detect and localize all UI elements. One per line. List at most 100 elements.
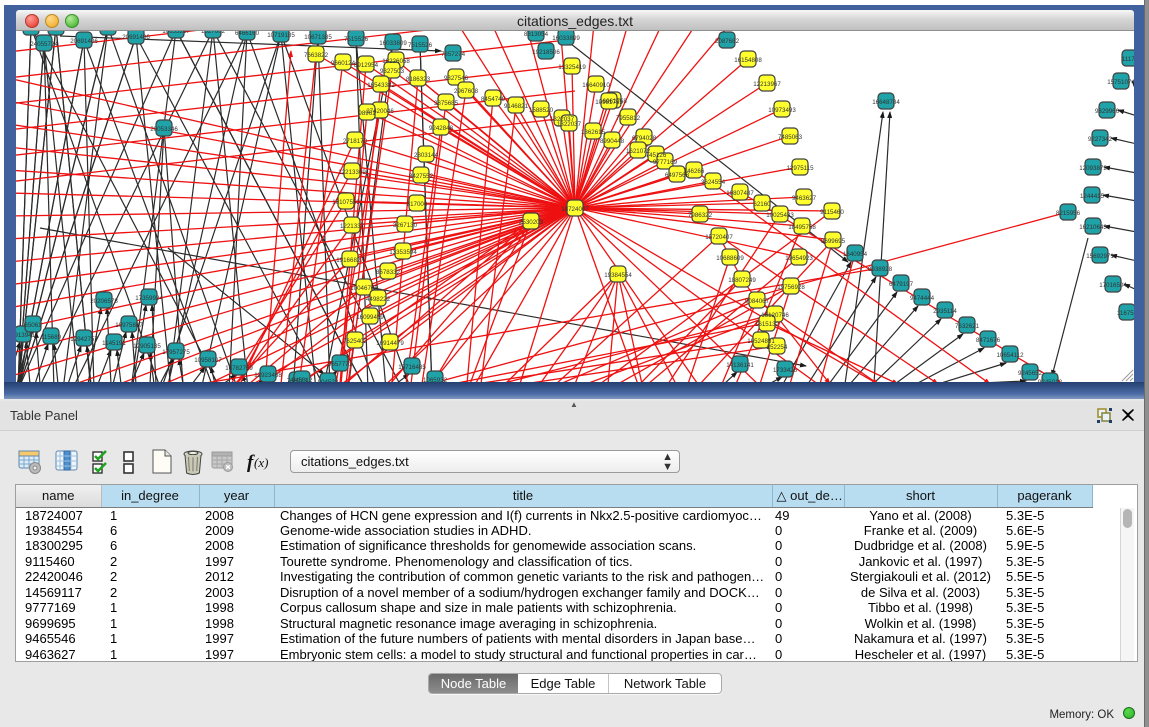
svg-text:18724007: 18724007 (561, 206, 589, 213)
svg-text:19384554: 19384554 (604, 272, 632, 279)
svg-text:7485063: 7485063 (778, 134, 803, 141)
svg-text:8471676: 8471676 (976, 337, 1001, 344)
svg-text:1527602: 1527602 (201, 31, 226, 35)
svg-text:10653267: 10653267 (162, 31, 190, 35)
svg-text:9227342: 9227342 (1088, 136, 1113, 143)
svg-text:19654923: 19654923 (785, 255, 813, 262)
svg-text:8186323: 8186323 (406, 76, 431, 83)
svg-text:9474444: 9474444 (910, 295, 935, 302)
svg-text:13353594: 13353594 (389, 249, 417, 256)
svg-text:1322037: 1322037 (557, 121, 582, 128)
svg-text:7663822: 7663822 (304, 52, 329, 59)
svg-text:3267130: 3267130 (393, 222, 418, 229)
svg-text:15720407: 15720407 (705, 234, 733, 241)
svg-text:7632621: 7632621 (955, 323, 980, 330)
svg-text:10961755: 10961755 (595, 99, 623, 106)
svg-text:12905135: 12905135 (133, 343, 161, 350)
svg-text:9777169: 9777169 (653, 159, 678, 166)
svg-text:17359924: 17359924 (135, 295, 163, 302)
svg-text:3913941: 3913941 (16, 332, 36, 339)
svg-text:20691406: 20691406 (122, 34, 150, 41)
svg-text:2530203: 2530203 (519, 219, 544, 226)
svg-text:9657771: 9657771 (328, 361, 353, 368)
svg-text:1065326: 1065326 (96, 31, 121, 32)
svg-text:10975887: 10975887 (115, 322, 143, 329)
svg-text:8678332: 8678332 (376, 269, 401, 276)
svg-text:16210643: 16210643 (1079, 224, 1107, 231)
svg-text:1588520: 1588520 (529, 107, 554, 114)
svg-text:817006: 817006 (407, 201, 428, 208)
svg-text:6794028: 6794028 (632, 135, 657, 142)
svg-text:8813054: 8813054 (524, 31, 549, 38)
svg-text:3624554: 3624554 (701, 179, 726, 186)
svg-text:2087682: 2087682 (715, 38, 740, 45)
svg-text:10046765: 10046765 (350, 285, 378, 292)
svg-text:10671385: 10671385 (304, 34, 332, 41)
svg-text:1640954: 1640954 (843, 251, 868, 258)
svg-text:17016504: 17016504 (1099, 282, 1127, 289)
svg-text:1145191: 1145191 (102, 340, 126, 347)
svg-text:18807249: 18807249 (728, 277, 756, 284)
svg-text:9699695: 9699695 (821, 238, 846, 245)
svg-text:17957275: 17957275 (162, 349, 190, 356)
svg-text:3875685: 3875685 (434, 100, 459, 107)
svg-text:9329966: 9329966 (1095, 108, 1120, 115)
svg-text:405572: 405572 (21, 31, 42, 32)
svg-text:12093872: 12093872 (1079, 165, 1107, 172)
svg-text:7625402: 7625402 (343, 338, 368, 345)
svg-text:19756928: 19756928 (777, 284, 805, 291)
svg-text:12975115: 12975115 (786, 165, 814, 172)
svg-text:9146821: 9146821 (504, 103, 529, 110)
svg-text:2718170: 2718170 (343, 138, 368, 145)
svg-text:9115460: 9115460 (820, 209, 844, 216)
svg-text:9242848: 9242848 (429, 125, 454, 132)
svg-text:16033809: 16033809 (552, 35, 580, 42)
svg-text:15716485: 15716485 (398, 364, 426, 371)
svg-text:20053346: 20053346 (150, 126, 178, 133)
svg-text:9245652: 9245652 (1018, 370, 1043, 377)
svg-text:10807487: 10807487 (726, 190, 754, 197)
svg-text:10719185: 10719185 (267, 32, 295, 39)
svg-text:12213967: 12213967 (753, 81, 781, 88)
svg-text:945012: 945012 (292, 377, 313, 382)
svg-text:19218506: 19218506 (532, 49, 560, 56)
svg-text:6479197: 6479197 (889, 281, 914, 288)
svg-text:12213369: 12213369 (338, 169, 366, 176)
svg-text:8912954: 8912954 (354, 62, 379, 69)
svg-text:9084067: 9084067 (745, 298, 770, 305)
svg-text:65061: 65061 (24, 322, 42, 329)
svg-text:10973493: 10973493 (768, 107, 796, 114)
svg-text:8454749: 8454749 (481, 96, 506, 103)
svg-text:15692971: 15692971 (1086, 253, 1114, 260)
svg-text:1221337: 1221337 (340, 223, 365, 230)
svg-text:8427552: 8427552 (409, 173, 434, 180)
svg-text:16543382: 16543382 (367, 82, 395, 89)
svg-text:7857274: 7857274 (441, 51, 466, 58)
svg-text:904522: 904522 (318, 379, 339, 382)
svg-text:16914479: 16914479 (376, 340, 404, 347)
svg-text:8215956: 8215956 (1056, 210, 1081, 217)
svg-text:16640910: 16640910 (582, 82, 610, 89)
svg-text:7515526: 7515526 (344, 36, 369, 43)
svg-text:7986322: 7986322 (688, 212, 713, 219)
svg-text:10025433: 10025433 (766, 212, 794, 219)
svg-text:12942757: 12942757 (70, 336, 98, 343)
svg-text:16648784: 16648784 (872, 99, 900, 106)
svg-text:9327503: 9327503 (380, 68, 405, 75)
svg-text:2967608: 2967608 (454, 88, 479, 95)
svg-text:16154808: 16154808 (734, 57, 762, 64)
svg-text:6497568: 6497568 (665, 172, 690, 179)
svg-text:1065932: 1065932 (423, 377, 448, 382)
svg-text:1615132: 1615132 (755, 321, 780, 328)
svg-text:98961: 98961 (358, 110, 376, 117)
svg-text:16033809: 16033809 (379, 40, 407, 47)
svg-text:62160: 62160 (753, 201, 771, 208)
svg-text:9327546: 9327546 (444, 75, 469, 82)
svg-text:2803144: 2803144 (414, 152, 439, 159)
svg-text:10107553: 10107553 (332, 199, 360, 206)
svg-text:1733426: 1733426 (773, 367, 798, 374)
svg-text:18226058: 18226058 (382, 58, 410, 65)
svg-text:19166827: 19166827 (336, 257, 364, 264)
svg-text:8990448: 8990448 (600, 138, 625, 145)
svg-text:7955812: 7955812 (616, 115, 641, 122)
